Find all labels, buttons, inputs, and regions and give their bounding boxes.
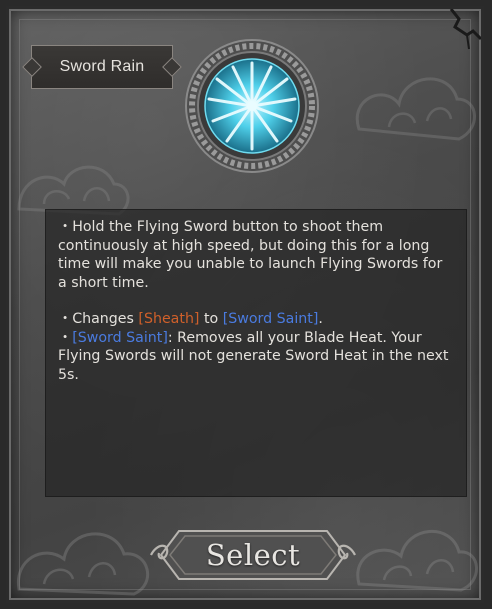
keyword-sword-saint: [Sword Saint] — [222, 311, 319, 327]
select-button-label: Select — [205, 538, 301, 572]
desc-text-fragment: ・ — [58, 329, 73, 346]
sword-rain-icon — [185, 39, 319, 173]
skill-title-plaque: Sword Rain — [31, 45, 173, 89]
cloud-ornament-top-right — [355, 77, 476, 141]
desc-text-fragment: to — [199, 311, 223, 327]
skill-title: Sword Rain — [59, 58, 145, 75]
description-paragraph-3: ・[Sword Saint]: Removes all your Blade H… — [58, 329, 454, 385]
desc-text-fragment: ・Changes — [58, 311, 139, 327]
keyword-sword-saint: [Sword Saint] — [72, 329, 168, 346]
stone-crack-decoration — [449, 9, 481, 50]
description-paragraph-1: ・Hold the Flying Sword button to shoot t… — [58, 219, 443, 291]
cloud-ornament-bottom-right — [356, 529, 478, 592]
skill-description-panel: ・Hold the Flying Sword button to shoot t… — [45, 209, 467, 497]
skill-description: ・Hold the Flying Sword button to shoot t… — [58, 218, 454, 384]
description-paragraph-2: ・Changes [Sheath] to [Sword Saint]. — [58, 310, 454, 329]
desc-text-fragment: . — [318, 311, 323, 327]
select-button[interactable]: Select — [149, 525, 357, 585]
cloud-ornament-bottom-left — [17, 532, 150, 596]
skill-card: Sword Rain ・Hold the Flying Sword button… — [6, 6, 484, 603]
keyword-sheath: [Sheath] — [138, 311, 200, 327]
